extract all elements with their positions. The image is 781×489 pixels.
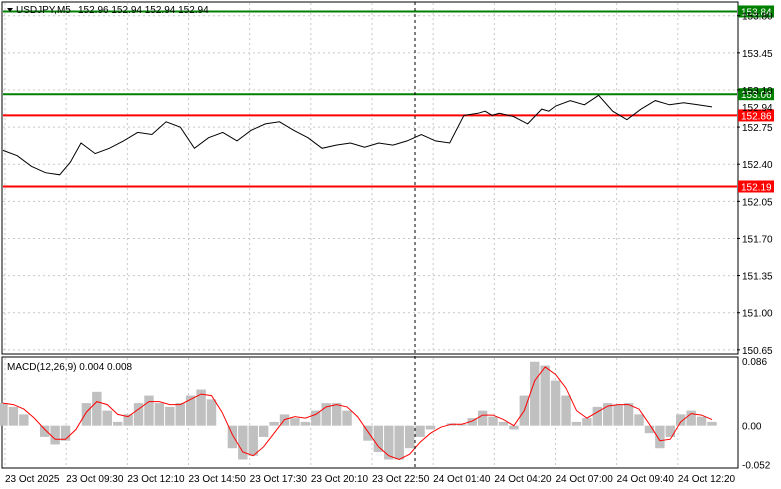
macd-histogram-bar xyxy=(425,425,436,430)
macd-histogram-bar xyxy=(665,425,676,437)
macd-histogram-bar xyxy=(227,425,238,449)
time-tick-label: 24 Oct 12:20 xyxy=(678,474,736,485)
macd-histogram-bar xyxy=(373,425,384,452)
macd-histogram-bar xyxy=(613,404,623,426)
time-tick-label: 24 Oct 01:40 xyxy=(433,474,491,485)
ohlc-readout: 152.96 152.94 152.94 152.94 xyxy=(78,5,209,16)
time-tick-label: 23 Oct 2025 xyxy=(5,474,60,485)
macd-histogram-bar xyxy=(477,410,488,426)
time-tick-label: 23 Oct 12:10 xyxy=(127,474,185,485)
price-line xyxy=(2,94,713,176)
macd-histogram-bar xyxy=(258,425,269,437)
macd-histogram-bar xyxy=(112,421,123,426)
macd-histogram-bar xyxy=(384,425,394,460)
price-tick-label: 151.35 xyxy=(742,272,773,283)
macd-axis: 0.086 0.00 -0.052 xyxy=(742,357,771,472)
macd-histogram-bar xyxy=(185,395,196,426)
macd-histogram-bar xyxy=(154,403,165,426)
macd-tick-label: 0.086 xyxy=(742,357,767,368)
macd-histogram-bar xyxy=(238,425,248,460)
macd-histogram-bar xyxy=(363,425,373,441)
price-chart-canvas[interactable]: 153.84153.06152.86152.19 152.94 153.80 15… xyxy=(0,0,781,489)
macd-histogram-bar xyxy=(686,410,696,426)
price-tick-label: 153.80 xyxy=(742,12,773,23)
price-tick-label: 151.00 xyxy=(742,309,773,320)
symbol-label: USDJPY,M5 xyxy=(16,5,71,16)
time-tick-label: 24 Oct 09:40 xyxy=(617,474,675,485)
time-tick-label: 23 Oct 09:30 xyxy=(66,474,124,485)
macd-histogram-bar xyxy=(404,425,415,449)
price-tick-label: 150.65 xyxy=(742,346,773,357)
macd-histogram-bar xyxy=(696,416,707,426)
level-lines[interactable]: 153.84153.06152.86152.19 xyxy=(3,5,774,193)
time-tick-label: 23 Oct 20:10 xyxy=(311,474,369,485)
macd-histogram-bar xyxy=(550,380,561,426)
macd-histogram-bar xyxy=(530,361,540,426)
macd-histogram-bar xyxy=(498,421,509,426)
price-tick-label: 153.10 xyxy=(742,86,773,97)
price-tick-label: 153.45 xyxy=(742,49,773,60)
macd-histogram-bar xyxy=(175,403,185,426)
price-tick-label: 152.40 xyxy=(742,160,773,171)
macd-histogram-bar xyxy=(331,403,342,426)
macd-histogram-bar xyxy=(676,414,686,426)
grid xyxy=(3,3,737,467)
macd-histogram-bar xyxy=(144,395,154,426)
price-tick-label: 152.05 xyxy=(742,197,773,208)
price-tick-label: 151.70 xyxy=(742,234,773,245)
macd-tick-label: -0.052 xyxy=(742,461,771,472)
macd-histogram-bar xyxy=(415,425,425,437)
time-axis: 23 Oct 2025 23 Oct 09:30 23 Oct 12:10 23 Oc… xyxy=(5,474,736,485)
macd-histogram-bar xyxy=(290,418,300,426)
macd-series xyxy=(0,361,717,461)
macd-histogram-bar xyxy=(342,410,352,426)
macd-histogram-bar xyxy=(582,418,592,426)
time-tick-label: 24 Oct 04:20 xyxy=(494,474,552,485)
macd-histogram-bar xyxy=(707,421,717,426)
macd-histogram-bar xyxy=(50,425,60,445)
time-tick-label: 23 Oct 17:30 xyxy=(250,474,308,485)
macd-histogram-bar xyxy=(0,403,8,426)
macd-histogram-bar xyxy=(488,416,498,426)
macd-histogram-bar xyxy=(394,425,404,460)
macd-histogram-bar xyxy=(540,365,550,426)
price-tick-label: 152.75 xyxy=(742,123,773,134)
macd-histogram-bar xyxy=(655,425,665,449)
main-panel-frame xyxy=(1,1,739,355)
support-level-label: 152.19 xyxy=(741,182,772,193)
time-tick-label: 23 Oct 22:50 xyxy=(372,474,430,485)
macd-histogram-bar xyxy=(311,410,321,426)
macd-histogram-bar xyxy=(92,391,102,426)
macd-tick-label: 0.00 xyxy=(742,422,762,433)
macd-histogram-bar xyxy=(39,425,50,437)
time-tick-label: 23 Oct 14:50 xyxy=(189,474,247,485)
price-series: 152.94 xyxy=(2,94,773,176)
macd-histogram-bar xyxy=(19,414,29,426)
macd-histogram-bar xyxy=(60,425,71,441)
macd-histogram-bar xyxy=(81,403,92,426)
time-tick-label: 24 Oct 07:00 xyxy=(556,474,614,485)
macd-histogram-bar xyxy=(269,421,279,426)
macd-histogram-bar xyxy=(561,395,571,426)
macd-title: MACD(12,26,9) 0.004 0.008 xyxy=(7,362,133,373)
macd-histogram-bar xyxy=(8,406,19,426)
macd-histogram-bar xyxy=(300,421,311,426)
macd-histogram-bar xyxy=(634,414,644,426)
current-price-label: 152.94 xyxy=(742,103,773,114)
macd-histogram-bar xyxy=(165,406,175,426)
macd-histogram-bar xyxy=(102,410,112,426)
macd-histogram-bar xyxy=(206,399,217,426)
macd-histogram-bar xyxy=(248,425,258,456)
macd-histogram-bar xyxy=(571,421,582,426)
